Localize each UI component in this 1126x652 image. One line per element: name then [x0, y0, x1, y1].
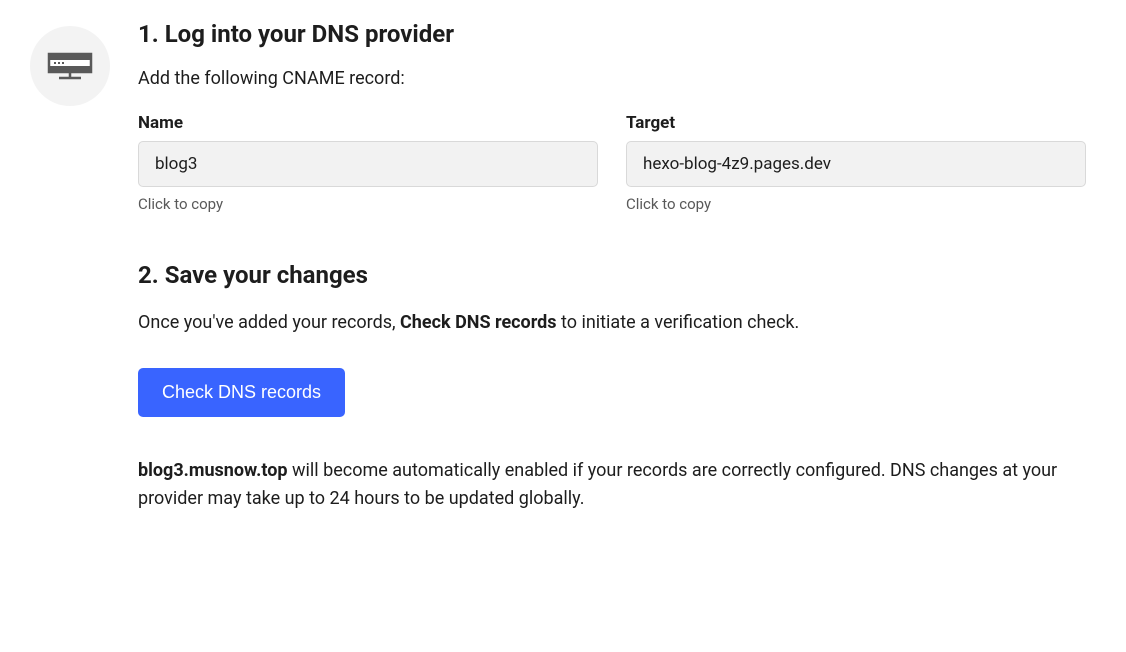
step-2-text-bold: Check DNS records	[400, 312, 557, 333]
target-value[interactable]: hexo-blog-4z9.pages.dev	[626, 141, 1086, 187]
server-icon-circle	[30, 26, 110, 106]
step-2-text-after: to initiate a verification check.	[557, 312, 800, 333]
step-1-heading: 1. Log into your DNS provider	[138, 20, 1086, 48]
domain-name: blog3.musnow.top	[138, 460, 288, 481]
server-icon	[45, 48, 95, 84]
name-field: Name blog3 Click to copy	[138, 113, 598, 213]
name-copy-hint: Click to copy	[138, 195, 598, 213]
step-1-subtitle: Add the following CNAME record:	[138, 68, 1086, 89]
step-1: 1. Log into your DNS provider Add the fo…	[30, 20, 1086, 261]
step-2-info: blog3.musnow.top will become automatical…	[138, 457, 1086, 513]
name-value[interactable]: blog3	[138, 141, 598, 187]
step-1-content: 1. Log into your DNS provider Add the fo…	[138, 20, 1086, 261]
cname-record-row: Name blog3 Click to copy Target hexo-blo…	[138, 113, 1086, 213]
step-2-instruction: Once you've added your records, Check DN…	[138, 309, 1086, 336]
name-label: Name	[138, 113, 598, 133]
step-2: 2. Save your changes Once you've added y…	[138, 261, 1086, 513]
check-dns-records-button[interactable]: Check DNS records	[138, 368, 345, 417]
target-copy-hint: Click to copy	[626, 195, 1086, 213]
step-2-text-before: Once you've added your records,	[138, 312, 400, 333]
target-label: Target	[626, 113, 1086, 133]
step-2-heading: 2. Save your changes	[138, 261, 1086, 289]
target-field: Target hexo-blog-4z9.pages.dev Click to …	[626, 113, 1086, 213]
